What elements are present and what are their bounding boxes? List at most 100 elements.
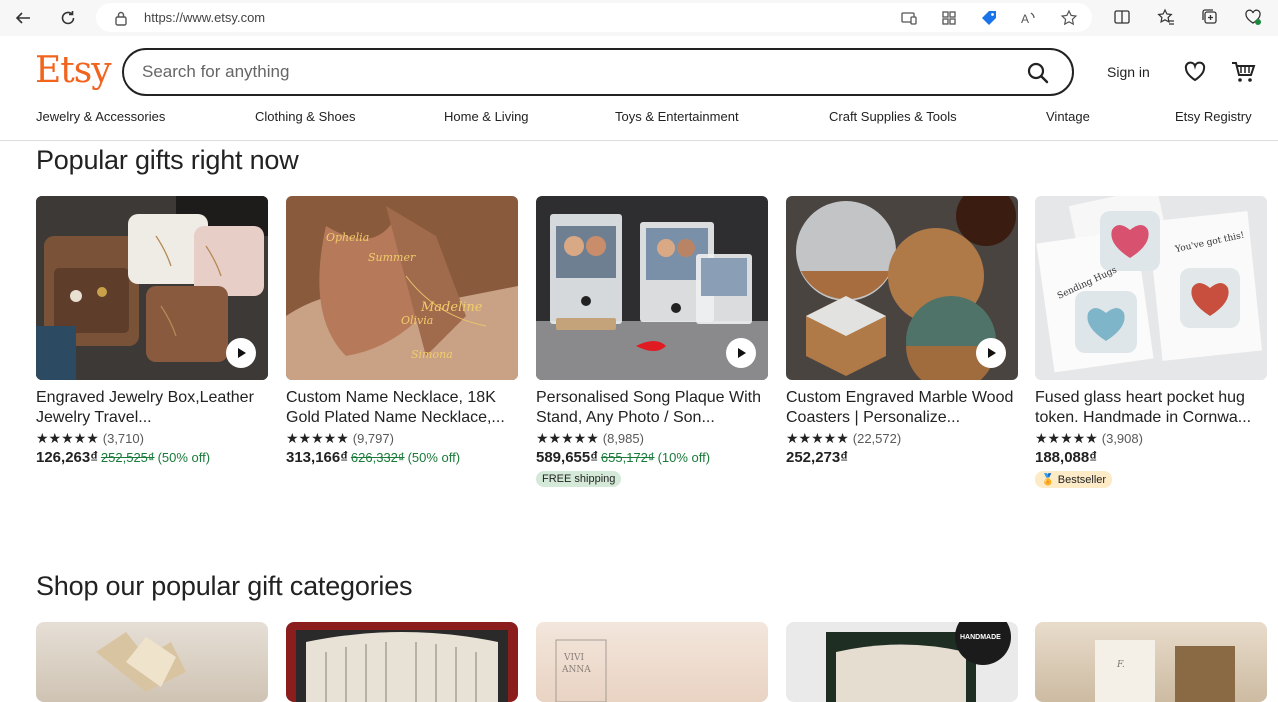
product-card[interactable]: Ophelia Summer Madeline Olivia Simona Cu…	[286, 196, 518, 466]
product-image[interactable]: Ophelia Summer Madeline Olivia Simona	[286, 196, 518, 380]
product-title[interactable]: Personalised Song Plaque With Stand, Any…	[536, 388, 768, 428]
vivi-anna-card-image: VIVI ANNA	[555, 639, 607, 702]
gift-category-card[interactable]: F.	[1035, 622, 1267, 702]
site-header: Etsy Sign in Jewelry & Accessories Cloth…	[0, 36, 1278, 141]
address-bar[interactable]: https://www.etsy.com A	[96, 3, 1092, 32]
paper-flowers-image	[96, 632, 186, 692]
category-craft-supplies[interactable]: Craft Supplies & Tools	[829, 109, 957, 124]
product-rating: ★★★★★ (8,985)	[536, 430, 768, 447]
product-card[interactable]: Engraved Jewelry Box,Leather Jewelry Tra…	[36, 196, 268, 466]
svg-text:Olivia: Olivia	[401, 314, 433, 327]
category-vintage[interactable]: Vintage	[1046, 109, 1090, 124]
product-rating: ★★★★★ (9,797)	[286, 430, 518, 447]
category-home-living[interactable]: Home & Living	[444, 109, 529, 124]
bestseller-label: Bestseller	[1057, 474, 1107, 486]
gift-category-card[interactable]	[286, 622, 518, 702]
svg-text:HANDMADE: HANDMADE	[960, 634, 1001, 641]
product-card[interactable]: Personalised Song Plaque With Stand, Any…	[536, 196, 768, 487]
product-price: 126,263₫ 252,525₫ (50% off)	[36, 449, 268, 466]
split-screen-icon[interactable]	[1113, 8, 1131, 26]
book-frame-image: HANDMADE	[826, 622, 1011, 702]
medal-icon: 🏅	[1041, 474, 1055, 486]
bestseller-badge: 🏅 Bestseller	[1035, 471, 1113, 488]
favorite-star-icon[interactable]	[1060, 9, 1078, 27]
review-count: (22,572)	[852, 431, 902, 446]
product-card[interactable]: Custom Engraved Marble Wood Coasters | P…	[786, 196, 1018, 466]
gift-categories-title: Shop our popular gift categories	[36, 571, 413, 601]
category-jewelry-accessories[interactable]: Jewelry & Accessories	[36, 109, 165, 124]
svg-text:F.: F.	[1116, 660, 1125, 670]
lock-icon	[115, 11, 127, 26]
product-card[interactable]: Sending Hugs You've got this! Fused glas…	[1035, 196, 1267, 488]
product-title[interactable]: Custom Engraved Marble Wood Coasters | P…	[786, 388, 1018, 428]
search-bar	[122, 48, 1074, 96]
svg-text:ANNA: ANNA	[561, 665, 591, 675]
svg-text:Simona: Simona	[411, 348, 453, 361]
product-title[interactable]: Fused glass heart pocket hug token. Hand…	[1035, 388, 1267, 428]
review-count: (3,710)	[102, 431, 144, 446]
review-count: (9,797)	[352, 431, 394, 446]
reload-icon	[61, 11, 75, 25]
product-image[interactable]	[36, 196, 268, 380]
browser-toolbar: https://www.etsy.com A	[0, 0, 1278, 36]
svg-text:A: A	[1021, 12, 1029, 26]
product-rating: ★★★★★ (3,908)	[1035, 430, 1267, 447]
gift-category-card[interactable]	[36, 622, 268, 702]
rating-stars: ★★★★★	[786, 430, 849, 446]
product-image[interactable]: Sending Hugs You've got this!	[1035, 196, 1267, 380]
category-clothing-shoes[interactable]: Clothing & Shoes	[255, 109, 355, 124]
product-price: 313,166₫ 626,332₫ (50% off)	[286, 449, 518, 466]
product-title[interactable]: Custom Name Necklace, 18K Gold Plated Na…	[286, 388, 518, 428]
play-video-button[interactable]	[726, 338, 756, 368]
collections-icon[interactable]	[1201, 8, 1219, 26]
svg-text:VIVI: VIVI	[563, 653, 585, 663]
glass-heart-image: Sending Hugs You've got this!	[1035, 196, 1267, 380]
sign-in-link[interactable]: Sign in	[1107, 64, 1150, 80]
original-price: 626,332₫	[350, 450, 405, 465]
original-price: 252,525₫	[100, 450, 155, 465]
product-title[interactable]: Engraved Jewelry Box,Leather Jewelry Tra…	[36, 388, 268, 428]
discount-label: (50% off)	[157, 450, 211, 465]
gift-category-card[interactable]: VIVI ANNA	[536, 622, 768, 702]
reload-button[interactable]	[57, 7, 79, 29]
sale-price: 252,273₫	[786, 449, 848, 466]
play-icon	[238, 348, 246, 358]
coupon-tag-icon[interactable]	[980, 9, 998, 27]
original-price: 655,172₫	[600, 450, 655, 465]
play-icon	[988, 348, 996, 358]
discount-label: (10% off)	[657, 450, 711, 465]
review-count: (3,908)	[1101, 431, 1143, 446]
browser-essentials-icon[interactable]	[1244, 8, 1262, 26]
product-image[interactable]	[536, 196, 768, 380]
svg-text:Summer: Summer	[368, 251, 416, 264]
play-video-button[interactable]	[976, 338, 1006, 368]
search-input[interactable]	[142, 60, 1002, 84]
play-video-button[interactable]	[226, 338, 256, 368]
gift-box-image: F.	[1095, 640, 1235, 702]
folded-book-image	[296, 630, 508, 702]
back-button[interactable]	[12, 7, 34, 29]
read-aloud-icon[interactable]: A	[1020, 9, 1038, 27]
category-etsy-registry[interactable]: Etsy Registry	[1175, 109, 1252, 124]
url-text: https://www.etsy.com	[144, 10, 266, 25]
rating-stars: ★★★★★	[1035, 430, 1098, 446]
rating-stars: ★★★★★	[286, 430, 349, 446]
popular-gifts-title: Popular gifts right now	[36, 145, 299, 175]
favorites-icon[interactable]	[1157, 8, 1175, 26]
sale-price: 589,655₫	[536, 449, 598, 466]
app-available-icon[interactable]	[900, 9, 918, 27]
product-image[interactable]	[786, 196, 1018, 380]
grid-icon[interactable]	[940, 9, 958, 27]
favorites-heart-icon[interactable]	[1183, 60, 1207, 84]
svg-text:Madeline: Madeline	[420, 300, 483, 315]
gift-category-card[interactable]: HANDMADE	[786, 622, 1018, 702]
rating-stars: ★★★★★	[36, 430, 99, 446]
search-icon[interactable]	[1026, 61, 1050, 85]
product-rating: ★★★★★ (22,572)	[786, 430, 1018, 447]
product-price: 252,273₫	[786, 449, 1018, 466]
name-necklace-image: Ophelia Summer Madeline Olivia Simona	[286, 196, 518, 380]
etsy-logo[interactable]: Etsy	[35, 50, 112, 91]
shopping-cart-icon[interactable]	[1230, 59, 1256, 85]
product-price: 589,655₫ 655,172₫ (10% off)	[536, 449, 768, 466]
category-toys-entertainment[interactable]: Toys & Entertainment	[615, 109, 739, 124]
